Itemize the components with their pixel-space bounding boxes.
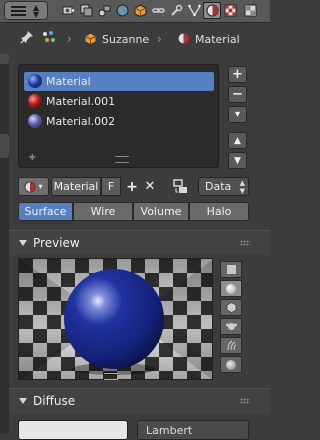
add-slot-button[interactable]: +: [228, 66, 247, 83]
cube-icon: [226, 302, 236, 313]
preview-panel-header[interactable]: Preview: [9, 230, 270, 255]
dropdown-arrows-icon: ▲ ▼: [33, 3, 40, 19]
breadcrumb-object: Suzanne: [102, 33, 150, 46]
slot-specials-button[interactable]: ▾: [228, 106, 247, 123]
scene-icon: [98, 5, 110, 17]
scene-tab[interactable]: [95, 2, 113, 19]
preview-hair-button[interactable]: [220, 337, 242, 354]
hair-icon: [227, 340, 236, 351]
editor-type-selector[interactable]: ▲ ▼: [4, 1, 48, 20]
preview-sphere: [64, 269, 164, 369]
diffuse-shader-select[interactable]: Lambert: [137, 420, 249, 440]
tab-surface[interactable]: Surface: [18, 202, 73, 221]
filter-options-icon[interactable]: ✚: [29, 153, 36, 162]
breadcrumb-separator: ›: [157, 32, 162, 46]
material-icon: [177, 32, 190, 48]
left-gutter: [0, 24, 9, 434]
link-mode-icon[interactable]: [172, 178, 189, 195]
constraints-icon: [151, 8, 165, 13]
slot-label: Material.002: [46, 115, 116, 128]
texture-icon: [224, 4, 236, 17]
tab-volume[interactable]: Volume: [133, 202, 189, 221]
monkey-icon: [225, 323, 237, 330]
material-slot-item[interactable]: Material.001: [24, 92, 214, 111]
drag-handle-icon[interactable]: [240, 240, 250, 246]
modifiers-tab[interactable]: [167, 2, 185, 19]
material-slot-item[interactable]: Material: [24, 72, 214, 91]
object-icon: [134, 4, 146, 17]
diffuse-panel-header[interactable]: Diffuse: [9, 388, 270, 413]
pin-icon[interactable]: [20, 30, 34, 47]
world-sphere-icon: [226, 359, 236, 370]
material-tab[interactable]: [203, 2, 221, 19]
panel-title: Preview: [33, 236, 80, 250]
material-ball-icon: [28, 94, 42, 108]
remove-slot-button[interactable]: −: [228, 86, 247, 103]
preview-sky-button[interactable]: [220, 356, 242, 373]
move-slot-down-button[interactable]: ▼: [228, 152, 247, 169]
browse-material-button[interactable]: ▾: [18, 177, 49, 196]
new-material-button[interactable]: +: [123, 178, 141, 195]
preview-flat-button[interactable]: [220, 261, 242, 278]
constraints-tab[interactable]: [149, 2, 167, 19]
dropdown-arrows-icon: ▲ ▼: [239, 179, 245, 195]
link-select[interactable]: Data ▲ ▼: [198, 177, 249, 196]
render-icon: [62, 6, 74, 15]
slot-label: Material: [46, 75, 91, 88]
move-slot-up-button[interactable]: ▲: [228, 132, 247, 149]
properties-header: ▲ ▼: [0, 0, 270, 23]
material-preview: [18, 258, 213, 380]
material-name-field[interactable]: Material: [51, 177, 101, 196]
particles-tab[interactable]: [241, 2, 259, 19]
object-tab[interactable]: [131, 2, 149, 19]
tab-wire[interactable]: Wire: [73, 202, 133, 221]
preview-monkey-button[interactable]: [220, 318, 242, 335]
diffuse-color-swatch[interactable]: [18, 420, 128, 440]
particles-icon: [244, 4, 256, 17]
material-ball-icon: [28, 74, 42, 88]
material-icon: [24, 180, 37, 193]
object-icon: [84, 32, 97, 48]
panel-title: Diffuse: [33, 394, 76, 408]
scene-data-icon: [40, 30, 58, 47]
world-icon: [116, 4, 128, 17]
unlink-material-button[interactable]: ✕: [141, 178, 159, 195]
collapse-triangle-icon: [19, 240, 27, 246]
drag-handle-icon[interactable]: [240, 398, 250, 404]
texture-tab[interactable]: [221, 2, 239, 19]
flat-plane-icon: [226, 265, 236, 274]
wrench-icon: [170, 4, 182, 16]
breadcrumb-separator: ›: [67, 32, 72, 46]
breadcrumb-material: Material: [195, 33, 240, 46]
preview-resize-grip-icon[interactable]: [104, 373, 118, 380]
material-slot-list: Material Material.001 Material.002 ✚: [18, 64, 219, 168]
material-ball-icon: [28, 114, 42, 128]
world-tab[interactable]: [113, 2, 131, 19]
resize-grip-icon[interactable]: [115, 156, 129, 163]
preview-type-column: [220, 261, 242, 378]
material-icon: [206, 4, 218, 17]
link-select-value: Data: [205, 180, 232, 193]
preview-sphere-button[interactable]: [220, 280, 242, 297]
collapse-triangle-icon: [19, 398, 27, 404]
sphere-icon: [226, 283, 236, 294]
dropdown-arrows-icon: ▾: [38, 182, 43, 191]
fake-user-button[interactable]: F: [101, 177, 121, 196]
material-slot-item[interactable]: Material.002: [24, 112, 214, 131]
slot-label: Material.001: [46, 95, 116, 108]
render-layers-tab[interactable]: [77, 2, 95, 19]
gutter-tab[interactable]: [0, 134, 9, 158]
render-tab[interactable]: [59, 2, 77, 19]
editor-type-icon: [11, 6, 26, 16]
object-data-icon: [187, 4, 201, 17]
object-data-tab[interactable]: [185, 2, 203, 19]
tab-halo[interactable]: Halo: [189, 202, 249, 221]
render-layers-icon: [80, 4, 92, 17]
preview-cube-button[interactable]: [220, 299, 242, 316]
